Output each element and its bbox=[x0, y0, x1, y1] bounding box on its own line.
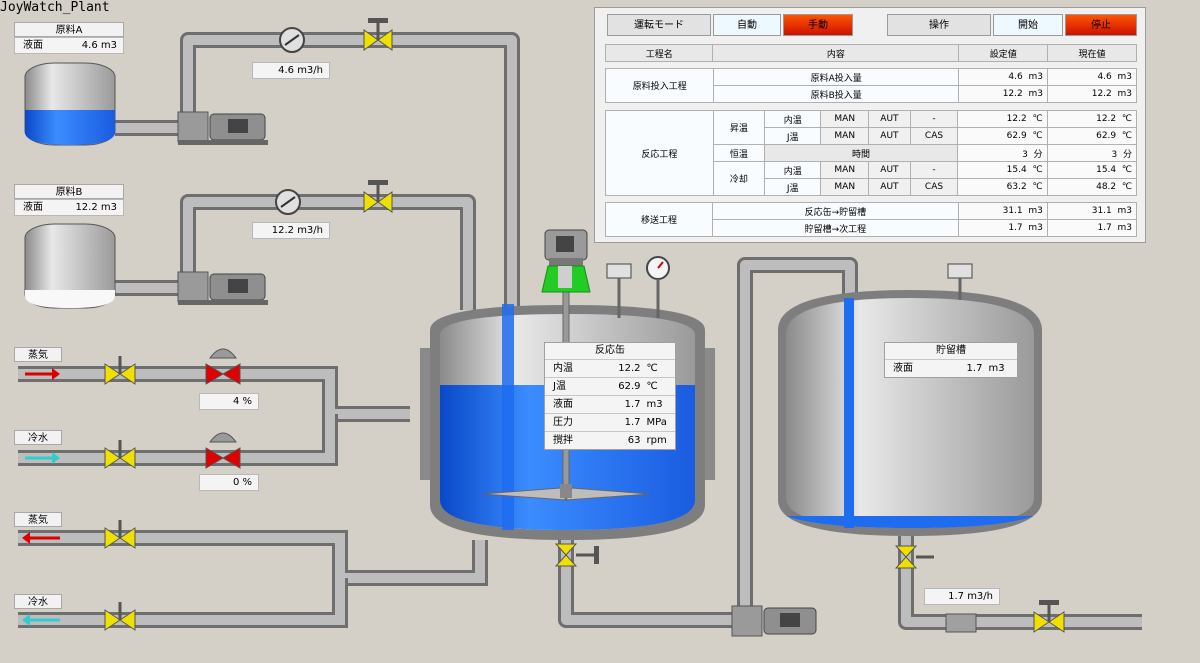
label-water-in: 冷水 bbox=[14, 430, 62, 445]
feed-a-pipe bbox=[115, 32, 520, 310]
heat-jacket-man[interactable]: MAN bbox=[820, 127, 870, 145]
cool-inner-man[interactable]: MAN bbox=[820, 161, 870, 179]
react-process-table: 反応工程 昇温 内温 MAN AUT - 12.2 ℃ 12.2 ℃ J温 MA… bbox=[605, 110, 1138, 196]
cool-jacket-cas[interactable]: CAS bbox=[909, 178, 959, 196]
feed-b-pipe bbox=[115, 194, 476, 310]
reactor-info: 反応缶 内温 12.2 ℃ J温 62.9 ℃ 液面 1.7 m3 圧力 1.7 MPa 撹拌 6… bbox=[544, 342, 676, 450]
transfer-process-table: 移送工程 反応缶→貯留槽 31.1 m3 31.1 m3 貯留槽→次工程 1.7… bbox=[605, 202, 1138, 237]
stop-button[interactable]: 停止 bbox=[1065, 14, 1137, 36]
utility-pipes bbox=[18, 366, 488, 628]
storage-outlet-pipe bbox=[898, 536, 1142, 630]
heat-jacket-aut[interactable]: AUT bbox=[868, 127, 911, 145]
label-water-out: 冷水 bbox=[14, 594, 62, 609]
tank-a-vessel bbox=[24, 62, 116, 146]
operation-label: 操作 bbox=[887, 14, 991, 36]
react-process-name: 反応工程 bbox=[605, 110, 714, 196]
flowmeter-out bbox=[945, 613, 977, 633]
manual-button[interactable]: 手動 bbox=[783, 14, 853, 36]
tank-a-name: 原料A bbox=[14, 22, 124, 37]
reactor-title: 反応缶 bbox=[595, 345, 625, 356]
transfer-process-name: 移送工程 bbox=[605, 202, 713, 237]
pump-b bbox=[177, 271, 268, 305]
agitator-motor-icon bbox=[541, 229, 591, 293]
feed-b-current: 12.2 m3 bbox=[1046, 85, 1138, 103]
heat-inner-aut[interactable]: AUT bbox=[868, 110, 911, 128]
process-header: 工程名 内容 設定値 現在値 bbox=[604, 44, 1137, 62]
water-valve-opening: 0 % bbox=[199, 474, 259, 491]
flow-b-readout: 12.2 m3/h bbox=[252, 222, 330, 239]
heat-jacket-cas[interactable]: CAS bbox=[909, 127, 959, 145]
feed-a-set[interactable]: 4.6 m3 bbox=[957, 68, 1048, 86]
label-steam-out: 蒸気 bbox=[14, 512, 62, 527]
start-button[interactable]: 開始 bbox=[993, 14, 1063, 36]
feed-process-name: 原料投入工程 bbox=[604, 68, 715, 103]
feed-process-table: 原料投入工程 原料A投入量 4.6 m3 4.6 m3 原料B投入量 12.2 … bbox=[604, 68, 1138, 103]
flow-out-readout: 1.7 m3/h bbox=[924, 588, 1000, 605]
tank-a-level: 液面 4.6 m3 bbox=[14, 37, 124, 54]
storage-info: 貯留槽 液面 1.7 m3 bbox=[884, 342, 1018, 378]
storage-vessel bbox=[778, 290, 1042, 536]
tank-b-level: 液面 12.2 m3 bbox=[14, 199, 124, 216]
tank-b-vessel bbox=[24, 223, 116, 309]
feed-a-current: 4.6 m3 bbox=[1046, 68, 1138, 86]
mode-label: 運転モード bbox=[607, 14, 711, 36]
cool-jacket-aut[interactable]: AUT bbox=[868, 178, 911, 196]
label-steam-in: 蒸気 bbox=[14, 347, 62, 362]
cool-inner-aut[interactable]: AUT bbox=[868, 161, 911, 179]
control-panel: 運転モード 自動 手動 操作 開始 停止 工程名 内容 設定値 現在値 原料投入… bbox=[594, 7, 1146, 243]
heat-inner-man[interactable]: MAN bbox=[820, 110, 870, 128]
tank-b-name: 原料B bbox=[14, 184, 124, 199]
feed-b-set[interactable]: 12.2 m3 bbox=[957, 85, 1048, 103]
flowmeter-b bbox=[275, 189, 301, 215]
flowmeter-a bbox=[279, 27, 305, 53]
auto-button[interactable]: 自動 bbox=[713, 14, 781, 36]
cool-jacket-man[interactable]: MAN bbox=[820, 178, 870, 196]
pump-a bbox=[177, 111, 268, 145]
steam-valve-opening: 4 % bbox=[199, 393, 259, 410]
flow-a-readout: 4.6 m3/h bbox=[252, 62, 330, 79]
pump-transfer bbox=[731, 605, 817, 637]
